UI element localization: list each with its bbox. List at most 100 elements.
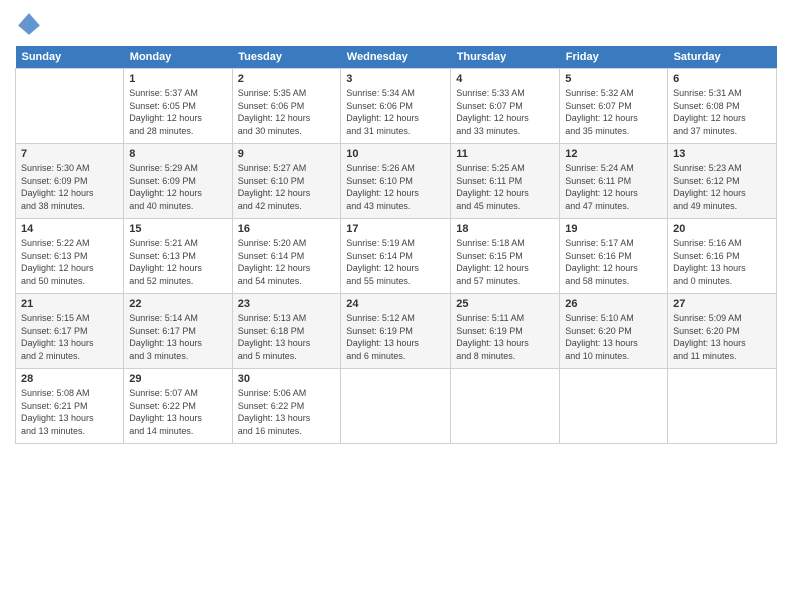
weekday-header-sunday: Sunday [16, 46, 124, 69]
day-number: 3 [346, 73, 445, 85]
day-number: 10 [346, 148, 445, 160]
day-cell: 19 Sunrise: 5:17 AM Sunset: 6:16 PM Dayli… [560, 219, 668, 294]
day-cell: 23 Sunrise: 5:13 AM Sunset: 6:18 PM Dayli… [232, 294, 341, 369]
day-number: 9 [238, 148, 336, 160]
day-cell: 25 Sunrise: 5:11 AM Sunset: 6:19 PM Dayli… [451, 294, 560, 369]
day-cell: 6 Sunrise: 5:31 AM Sunset: 6:08 PM Daylig… [668, 69, 777, 144]
day-cell: 30 Sunrise: 5:06 AM Sunset: 6:22 PM Dayli… [232, 369, 341, 444]
day-info: Sunrise: 5:23 AM Sunset: 6:12 PM Dayligh… [673, 162, 771, 212]
day-number: 26 [565, 298, 662, 310]
day-number: 5 [565, 73, 662, 85]
calendar-table: SundayMondayTuesdayWednesdayThursdayFrid… [15, 46, 777, 444]
day-number: 13 [673, 148, 771, 160]
weekday-header-friday: Friday [560, 46, 668, 69]
day-number: 2 [238, 73, 336, 85]
day-cell: 29 Sunrise: 5:07 AM Sunset: 6:22 PM Dayli… [124, 369, 232, 444]
day-info: Sunrise: 5:11 AM Sunset: 6:19 PM Dayligh… [456, 312, 554, 362]
day-info: Sunrise: 5:09 AM Sunset: 6:20 PM Dayligh… [673, 312, 771, 362]
day-cell: 18 Sunrise: 5:18 AM Sunset: 6:15 PM Dayli… [451, 219, 560, 294]
day-cell: 4 Sunrise: 5:33 AM Sunset: 6:07 PM Daylig… [451, 69, 560, 144]
week-row-4: 21 Sunrise: 5:15 AM Sunset: 6:17 PM Dayli… [16, 294, 777, 369]
day-info: Sunrise: 5:34 AM Sunset: 6:06 PM Dayligh… [346, 87, 445, 137]
day-cell: 11 Sunrise: 5:25 AM Sunset: 6:11 PM Dayli… [451, 144, 560, 219]
logo [15, 10, 47, 38]
day-info: Sunrise: 5:13 AM Sunset: 6:18 PM Dayligh… [238, 312, 336, 362]
day-cell [451, 369, 560, 444]
day-cell: 24Sunrise: 5:12 AM Sunset: 6:19 PM Dayli… [341, 294, 451, 369]
day-cell: 13 Sunrise: 5:23 AM Sunset: 6:12 PM Dayli… [668, 144, 777, 219]
day-number: 15 [129, 223, 226, 235]
day-number: 20 [673, 223, 771, 235]
day-info: Sunrise: 5:37 AM Sunset: 6:05 PM Dayligh… [129, 87, 226, 137]
day-cell: 2 Sunrise: 5:35 AM Sunset: 6:06 PM Daylig… [232, 69, 341, 144]
day-number: 7 [21, 148, 118, 160]
day-info: Sunrise: 5:25 AM Sunset: 6:11 PM Dayligh… [456, 162, 554, 212]
day-info: Sunrise: 5:15 AM Sunset: 6:17 PM Dayligh… [21, 312, 118, 362]
day-info: Sunrise: 5:22 AM Sunset: 6:13 PM Dayligh… [21, 237, 118, 287]
day-info: Sunrise: 5:19 AM Sunset: 6:14 PM Dayligh… [346, 237, 445, 287]
day-info: Sunrise: 5:31 AM Sunset: 6:08 PM Dayligh… [673, 87, 771, 137]
day-info: Sunrise: 5:08 AM Sunset: 6:21 PM Dayligh… [21, 387, 118, 437]
day-cell [341, 369, 451, 444]
day-info: Sunrise: 5:20 AM Sunset: 6:14 PM Dayligh… [238, 237, 336, 287]
day-number: 18 [456, 223, 554, 235]
day-number: 17 [346, 223, 445, 235]
week-row-1: 1 Sunrise: 5:37 AM Sunset: 6:05 PM Daylig… [16, 69, 777, 144]
weekday-header-row: SundayMondayTuesdayWednesdayThursdayFrid… [16, 46, 777, 69]
day-number: 1 [129, 73, 226, 85]
day-number: 11 [456, 148, 554, 160]
day-cell: 16Sunrise: 5:20 AM Sunset: 6:14 PM Dayli… [232, 219, 341, 294]
day-number: 27 [673, 298, 771, 310]
day-info: Sunrise: 5:17 AM Sunset: 6:16 PM Dayligh… [565, 237, 662, 287]
logo-icon [15, 10, 43, 38]
day-cell: 22 Sunrise: 5:14 AM Sunset: 6:17 PM Dayli… [124, 294, 232, 369]
day-number: 4 [456, 73, 554, 85]
day-number: 19 [565, 223, 662, 235]
day-cell [560, 369, 668, 444]
weekday-header-thursday: Thursday [451, 46, 560, 69]
day-number: 25 [456, 298, 554, 310]
day-number: 6 [673, 73, 771, 85]
day-cell: 3 Sunrise: 5:34 AM Sunset: 6:06 PM Daylig… [341, 69, 451, 144]
day-cell: 28 Sunrise: 5:08 AM Sunset: 6:21 PM Dayli… [16, 369, 124, 444]
day-cell: 9 Sunrise: 5:27 AM Sunset: 6:10 PM Daylig… [232, 144, 341, 219]
day-cell: 8 Sunrise: 5:29 AM Sunset: 6:09 PM Daylig… [124, 144, 232, 219]
header [15, 10, 777, 38]
day-cell: 1 Sunrise: 5:37 AM Sunset: 6:05 PM Daylig… [124, 69, 232, 144]
day-number: 8 [129, 148, 226, 160]
day-cell: 14Sunrise: 5:22 AM Sunset: 6:13 PM Dayli… [16, 219, 124, 294]
day-cell: 10Sunrise: 5:26 AM Sunset: 6:10 PM Dayli… [341, 144, 451, 219]
day-cell: 17 Sunrise: 5:19 AM Sunset: 6:14 PM Dayli… [341, 219, 451, 294]
day-info: Sunrise: 5:06 AM Sunset: 6:22 PM Dayligh… [238, 387, 336, 437]
day-info: Sunrise: 5:18 AM Sunset: 6:15 PM Dayligh… [456, 237, 554, 287]
day-info: Sunrise: 5:32 AM Sunset: 6:07 PM Dayligh… [565, 87, 662, 137]
day-info: Sunrise: 5:30 AM Sunset: 6:09 PM Dayligh… [21, 162, 118, 212]
weekday-header-saturday: Saturday [668, 46, 777, 69]
day-cell [16, 69, 124, 144]
day-info: Sunrise: 5:21 AM Sunset: 6:13 PM Dayligh… [129, 237, 226, 287]
day-number: 29 [129, 373, 226, 385]
day-info: Sunrise: 5:27 AM Sunset: 6:10 PM Dayligh… [238, 162, 336, 212]
day-number: 23 [238, 298, 336, 310]
day-number: 28 [21, 373, 118, 385]
day-info: Sunrise: 5:12 AM Sunset: 6:19 PM Dayligh… [346, 312, 445, 362]
weekday-header-wednesday: Wednesday [341, 46, 451, 69]
day-cell: 5 Sunrise: 5:32 AM Sunset: 6:07 PM Daylig… [560, 69, 668, 144]
day-info: Sunrise: 5:35 AM Sunset: 6:06 PM Dayligh… [238, 87, 336, 137]
day-info: Sunrise: 5:24 AM Sunset: 6:11 PM Dayligh… [565, 162, 662, 212]
day-number: 21 [21, 298, 118, 310]
day-cell: 12Sunrise: 5:24 AM Sunset: 6:11 PM Dayli… [560, 144, 668, 219]
day-info: Sunrise: 5:16 AM Sunset: 6:16 PM Dayligh… [673, 237, 771, 287]
day-info: Sunrise: 5:14 AM Sunset: 6:17 PM Dayligh… [129, 312, 226, 362]
day-info: Sunrise: 5:29 AM Sunset: 6:09 PM Dayligh… [129, 162, 226, 212]
day-info: Sunrise: 5:07 AM Sunset: 6:22 PM Dayligh… [129, 387, 226, 437]
day-cell [668, 369, 777, 444]
day-info: Sunrise: 5:33 AM Sunset: 6:07 PM Dayligh… [456, 87, 554, 137]
day-number: 30 [238, 373, 336, 385]
day-cell: 15 Sunrise: 5:21 AM Sunset: 6:13 PM Dayli… [124, 219, 232, 294]
weekday-header-monday: Monday [124, 46, 232, 69]
day-cell: 26Sunrise: 5:10 AM Sunset: 6:20 PM Dayli… [560, 294, 668, 369]
weekday-header-tuesday: Tuesday [232, 46, 341, 69]
day-cell: 21 Sunrise: 5:15 AM Sunset: 6:17 PM Dayli… [16, 294, 124, 369]
day-number: 22 [129, 298, 226, 310]
